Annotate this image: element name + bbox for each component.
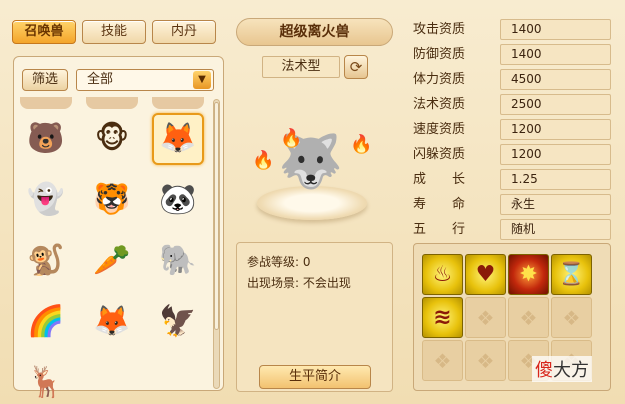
stat-label: 寿 命 — [413, 197, 466, 212]
pet-slot-partial[interactable] — [152, 97, 204, 109]
ghost-bow-icon[interactable]: 👻 — [20, 174, 72, 226]
rainbow-helmet-icon[interactable]: 🌈 — [20, 296, 72, 348]
pet-slot-partial[interactable] — [86, 97, 138, 109]
pet-name-title: 超级离火兽 — [236, 18, 393, 46]
heart-flame-skill-icon[interactable]: ♥ — [465, 254, 506, 295]
stat-value: 1200 — [500, 144, 611, 165]
empty-skill-slot: ❖ — [422, 340, 463, 381]
pet-display: 🐺 🔥 🔥 🔥 — [240, 120, 390, 230]
refresh-icon: ⟳ — [349, 58, 363, 76]
panda-icon[interactable]: 🐼 — [152, 174, 204, 226]
stat-value: 4500 — [500, 69, 611, 90]
refresh-type-button[interactable]: ⟳ — [344, 55, 368, 79]
stat-label: 攻击资质 — [413, 22, 466, 37]
golden-deer-icon[interactable]: 🦌 — [20, 357, 72, 404]
stat-row: 成 长 1.25 — [413, 169, 613, 191]
tab-bar: 召唤兽 技能 内丹 — [12, 20, 216, 44]
stat-label: 速度资质 — [413, 122, 466, 137]
site-watermark: 傻大方 — [532, 356, 592, 382]
stat-value: 1400 — [500, 19, 611, 40]
pet-list-scrollbar[interactable] — [213, 99, 220, 389]
wave-skill-icon[interactable]: ≋ — [422, 297, 463, 338]
tab-summon-beast[interactable]: 召唤兽 — [12, 20, 76, 44]
pet-info-box: 参战等级: 0 出现场景: 不会出现 生平简介 — [236, 242, 393, 392]
stat-row: 寿 命 永生 — [413, 194, 613, 216]
stat-row: 体力资质 4500 — [413, 69, 613, 91]
stat-row: 闪躲资质 1200 — [413, 144, 613, 166]
pet-list-partial-row — [20, 97, 206, 109]
scene-value: 不会出现 — [302, 276, 351, 290]
white-phoenix-icon[interactable]: 🦅 — [152, 296, 204, 348]
monkey-king-icon[interactable]: 🐵 — [86, 113, 138, 165]
tab-skills[interactable]: 技能 — [82, 20, 146, 44]
radish-child-icon[interactable]: 🥕 — [86, 235, 138, 287]
stat-label: 法术资质 — [413, 97, 466, 112]
stat-row: 速度资质 1200 — [413, 119, 613, 141]
elephant-icon[interactable]: 🐘 — [152, 235, 204, 287]
pink-bear-icon[interactable]: 🐻 — [20, 113, 72, 165]
scrollbar-thumb[interactable] — [214, 102, 219, 330]
battle-level-value: 0 — [302, 255, 311, 269]
flame-skill-icon[interactable]: ♨ — [422, 254, 463, 295]
pet-slot-partial[interactable] — [20, 97, 72, 109]
stat-row: 防御资质 1400 — [413, 44, 613, 66]
pet-type: 法术型 — [262, 56, 340, 78]
monkey-icon[interactable]: 🐒 — [20, 235, 72, 287]
filter-dropdown[interactable]: 全部 ▼ — [76, 69, 214, 91]
white-fox-icon[interactable]: 🦊 — [86, 296, 138, 348]
stat-row: 五 行 随机 — [413, 219, 613, 241]
tab-inner-core[interactable]: 内丹 — [152, 20, 216, 44]
filter-button[interactable]: 筛选 — [22, 69, 68, 91]
filter-selected-value: 全部 — [87, 72, 114, 87]
empty-skill-slot: ❖ — [465, 297, 506, 338]
stat-label: 防御资质 — [413, 47, 466, 62]
scene-line: 出现场景: 不会出现 — [247, 274, 351, 291]
scene-label: 出现场景: — [247, 276, 300, 290]
battle-level-line: 参战等级: 0 — [247, 253, 311, 270]
stat-row: 法术资质 2500 — [413, 94, 613, 116]
stat-label: 体力资质 — [413, 72, 466, 87]
stat-value: 1.25 — [500, 169, 611, 190]
empty-skill-slot: ❖ — [508, 297, 549, 338]
stat-value: 2500 — [500, 94, 611, 115]
watermark-text: 大方 — [553, 360, 589, 381]
chevron-down-icon[interactable]: ▼ — [193, 71, 211, 89]
biography-button[interactable]: 生平简介 — [259, 365, 371, 389]
burst-skill-icon[interactable]: ✸ — [508, 254, 549, 295]
stat-value: 1400 — [500, 44, 611, 65]
stat-value: 1200 — [500, 119, 611, 140]
empty-skill-slot: ❖ — [551, 297, 592, 338]
hourglass-skill-icon[interactable]: ⌛ — [551, 254, 592, 295]
pet-list-panel: 筛选 全部 ▼ 🐻 🐵 🦊 👻 🐯 🐼 🐒 🥕 🐘 🌈 🦊 🦅 🦌 — [13, 56, 224, 398]
watermark-char: 傻 — [535, 360, 553, 381]
stat-row: 攻击资质 1400 — [413, 19, 613, 41]
flame-icon: 🔥 — [350, 134, 373, 155]
battle-level-label: 参战等级: — [247, 255, 300, 269]
empty-skill-slot: ❖ — [465, 340, 506, 381]
stat-label: 五 行 — [413, 222, 466, 237]
pet-window: 召唤兽 技能 内丹 筛选 全部 ▼ 🐻 🐵 🦊 👻 🐯 🐼 🐒 🥕 🐘 🌈 🦊 🦅 🦌 超级离火兽 法术… — [0, 0, 625, 404]
flame-icon: 🔥 — [252, 150, 275, 171]
stat-label: 闪躲资质 — [413, 147, 466, 162]
pet-grid: 🐻 🐵 🦊 👻 🐯 🐼 🐒 🥕 🐘 🌈 🦊 🦅 🦌 — [20, 113, 206, 404]
stat-value: 随机 — [500, 219, 611, 240]
flame-icon: 🔥 — [280, 128, 303, 149]
tiger-icon[interactable]: 🐯 — [86, 174, 138, 226]
stat-label: 成 长 — [413, 172, 466, 187]
stat-value: 永生 — [500, 194, 611, 215]
fire-fox-icon[interactable]: 🦊 — [152, 113, 204, 165]
